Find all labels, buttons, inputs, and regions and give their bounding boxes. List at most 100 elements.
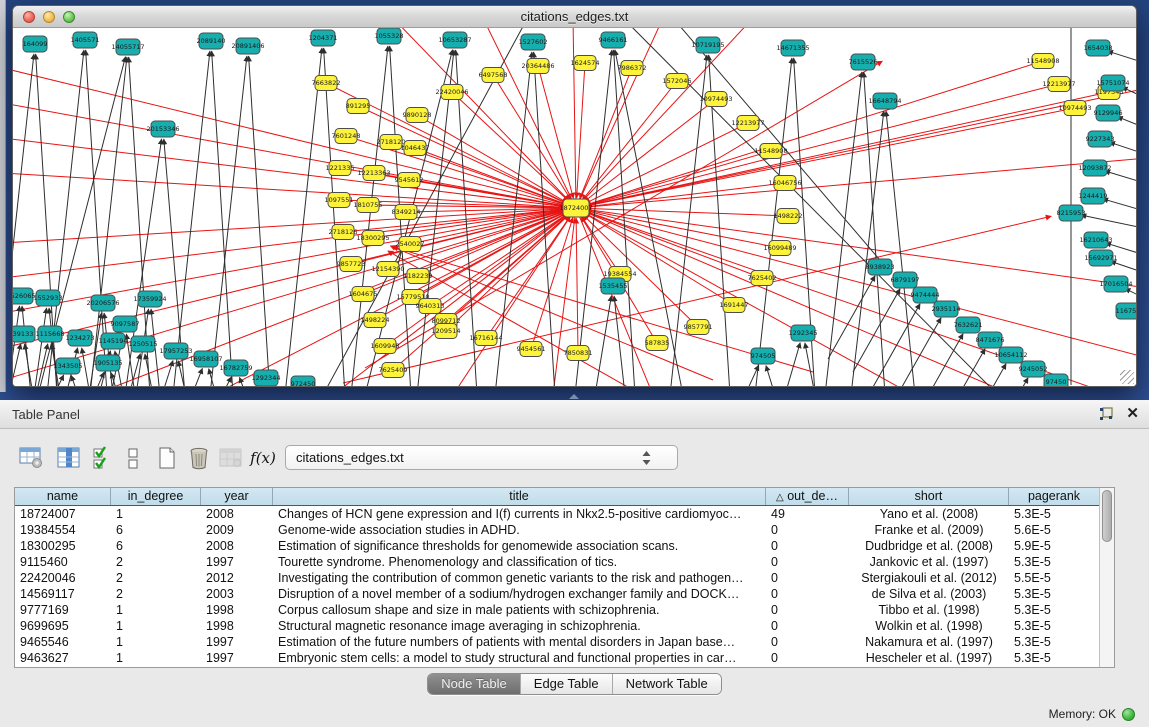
table-cell[interactable]: 9115460: [15, 554, 111, 570]
import-table-icon[interactable]: [216, 442, 246, 474]
scrollbar-thumb[interactable]: [1102, 490, 1112, 542]
graph-node[interactable]: 1046437: [401, 141, 430, 156]
graph-node[interactable]: 17957253: [159, 343, 192, 359]
table-cell[interactable]: Tourette syndrome. Phenomenology and cla…: [273, 554, 766, 570]
graph-node[interactable]: 1691447: [720, 298, 749, 313]
table-cell[interactable]: 0: [766, 602, 849, 618]
graph-node[interactable]: 1498224: [361, 313, 390, 328]
graph-node[interactable]: 12213363: [357, 166, 390, 181]
table-cell[interactable]: Tibbo et al. (1998): [849, 602, 1009, 618]
column-header-title[interactable]: title: [273, 488, 766, 505]
column-header-short[interactable]: short: [849, 488, 1009, 505]
graph-node[interactable]: 164099: [23, 36, 48, 52]
graph-node[interactable]: 8349214: [392, 205, 421, 220]
graph-node[interactable]: 2540027: [396, 237, 425, 252]
table-row[interactable]: 911546021997Tourette syndrome. Phenomeno…: [15, 554, 1099, 570]
graph-node[interactable]: 1250515: [129, 336, 158, 352]
graph-node[interactable]: 1244419: [1079, 188, 1108, 204]
table-cell[interactable]: 5.3E-5: [1009, 602, 1099, 618]
table-cell[interactable]: 2008: [201, 506, 273, 522]
table-cell[interactable]: 2012: [201, 570, 273, 586]
table-cell[interactable]: Structural magnetic resonance image aver…: [273, 618, 766, 634]
column-header-in_degree[interactable]: in_degree: [111, 488, 201, 505]
table-row[interactable]: 977716911998Corpus callosum shape and si…: [15, 602, 1099, 618]
table-cell[interactable]: 19384554: [15, 522, 111, 538]
table-cell[interactable]: 0: [766, 538, 849, 554]
graph-node[interactable]: 7663822: [312, 76, 341, 91]
table-cell[interactable]: 9463627: [15, 650, 111, 666]
graph-node[interactable]: 1905135: [94, 355, 123, 371]
split-divider-handle[interactable]: [569, 394, 579, 399]
graph-node[interactable]: 16958107: [189, 351, 222, 367]
table-cell[interactable]: Wolkin et al. (1998): [849, 618, 1009, 634]
table-cell[interactable]: Jankovic et al. (1997): [849, 554, 1009, 570]
tab-node-table[interactable]: Node Table: [428, 674, 521, 694]
column-header-out_de[interactable]: △ out_de…: [766, 488, 849, 505]
table-row[interactable]: 2242004622012Investigating the contribut…: [15, 570, 1099, 586]
graph-node[interactable]: 2089140: [197, 33, 226, 49]
graph-node[interactable]: 6497568: [479, 68, 508, 83]
table-cell[interactable]: 5.3E-5: [1009, 650, 1099, 666]
table-row[interactable]: 1830029562008Estimation of significance …: [15, 538, 1099, 554]
graph-node[interactable]: 15692971: [1084, 250, 1117, 266]
graph-node[interactable]: 1609948: [371, 339, 400, 354]
graph-node[interactable]: 8938923: [866, 259, 895, 275]
table-cell[interactable]: 1998: [201, 618, 273, 634]
graph-node[interactable]: 9227343: [1086, 131, 1115, 147]
unselect-boxes-icon[interactable]: [118, 442, 148, 474]
graph-node[interactable]: 16099489: [763, 241, 796, 256]
table-cell[interactable]: 1998: [201, 602, 273, 618]
graph-node[interactable]: 974505: [751, 348, 776, 364]
graph-node[interactable]: 1292345: [789, 325, 818, 341]
graph-node[interactable]: 1055328: [375, 28, 404, 44]
table-row[interactable]: 1938455462009Genome-wide association stu…: [15, 522, 1099, 538]
column-header-pagerank[interactable]: pagerank: [1009, 488, 1099, 505]
graph-node[interactable]: 20364486: [521, 59, 554, 74]
table-cell[interactable]: 9777169: [15, 602, 111, 618]
table-cell[interactable]: 0: [766, 570, 849, 586]
table-cell[interactable]: 1997: [201, 650, 273, 666]
graph-node[interactable]: 116753: [1116, 303, 1136, 319]
graph-node[interactable]: 1527602: [519, 34, 548, 50]
table-cell[interactable]: 5.3E-5: [1009, 634, 1099, 650]
graph-node[interactable]: 1115668: [36, 326, 65, 342]
table-cell[interactable]: Yano et al. (2008): [849, 506, 1009, 522]
table-cell[interactable]: Dudbridge et al. (2008): [849, 538, 1009, 554]
graph-node[interactable]: 1572046: [663, 74, 692, 89]
table-cell[interactable]: Investigating the contribution of common…: [273, 570, 766, 586]
graph-node[interactable]: 11548908: [1026, 54, 1059, 69]
table-cell[interactable]: 49: [766, 506, 849, 522]
table-cell[interactable]: Stergiakouli et al. (2012): [849, 570, 1009, 586]
graph-node[interactable]: 9640313: [416, 299, 445, 314]
table-row[interactable]: 969969511998Structural magnetic resonanc…: [15, 618, 1099, 634]
graph-node[interactable]: 16648794: [868, 93, 901, 109]
graph-node[interactable]: 20891406: [231, 38, 264, 54]
graph-node[interactable]: 1810755: [354, 198, 383, 213]
table-cell[interactable]: 18300295: [15, 538, 111, 554]
table-cell[interactable]: 2003: [201, 586, 273, 602]
table-selector-dropdown[interactable]: citations_edges.txt: [285, 445, 678, 470]
table-cell[interactable]: 0: [766, 586, 849, 602]
graph-node[interactable]: 9857791: [684, 320, 713, 335]
table-cell[interactable]: 0: [766, 618, 849, 634]
table-cell[interactable]: Nakamura et al. (1997): [849, 634, 1009, 650]
graph-node[interactable]: 9545612: [395, 173, 424, 188]
graph-node[interactable]: 8471676: [976, 332, 1005, 348]
graph-node[interactable]: 7850831: [564, 346, 593, 361]
graph-node[interactable]: 7986372: [618, 61, 647, 76]
table-cell[interactable]: 22420046: [15, 570, 111, 586]
graph-node[interactable]: 9454561: [517, 342, 546, 357]
graph-node[interactable]: 9129946: [1094, 105, 1123, 121]
graph-node[interactable]: 1221335: [326, 161, 355, 176]
graph-node[interactable]: 7601248: [332, 129, 361, 144]
table-cell[interactable]: 5.3E-5: [1009, 586, 1099, 602]
show-columns-icon[interactable]: [54, 442, 84, 474]
table-cell[interactable]: Changes of HCN gene expression and I(f) …: [273, 506, 766, 522]
table-cell[interactable]: 0: [766, 650, 849, 666]
table-cell[interactable]: 1: [111, 506, 201, 522]
column-header-year[interactable]: year: [201, 488, 273, 505]
table-cell[interactable]: 1997: [201, 634, 273, 650]
graph-node[interactable]: 17016504: [1099, 276, 1132, 292]
table-cell[interactable]: 2008: [201, 538, 273, 554]
table-cell[interactable]: Estimation of the future numbers of pati…: [273, 634, 766, 650]
